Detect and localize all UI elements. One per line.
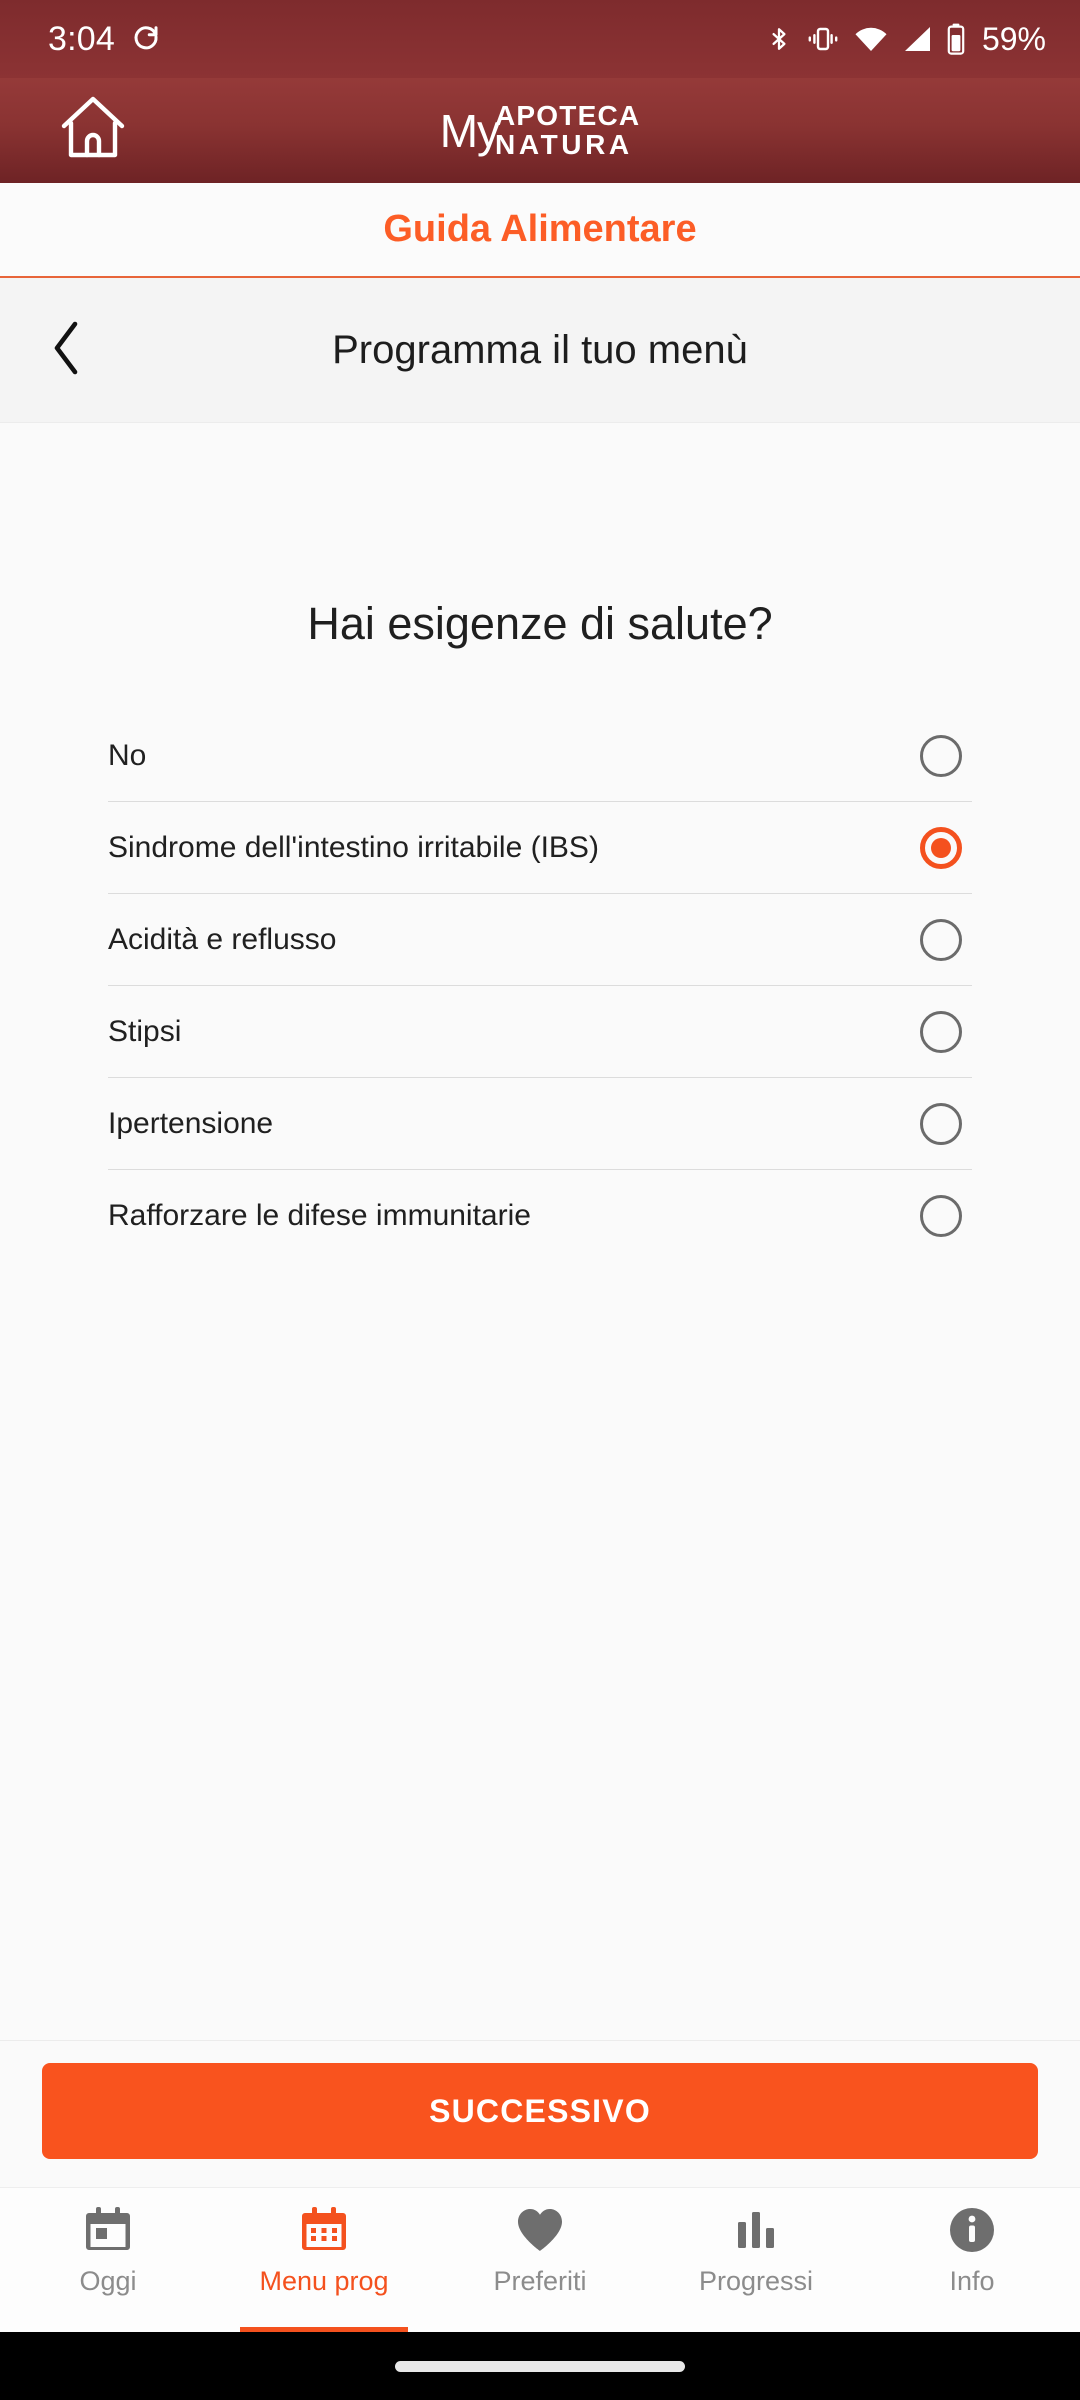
- nav-item-info[interactable]: Info: [864, 2188, 1080, 2332]
- nav-label: Progressi: [698, 2266, 814, 2296]
- battery-icon: [946, 23, 966, 55]
- logo-word-lines: APOTECA NATURA: [495, 99, 641, 160]
- radio-button[interactable]: [920, 1195, 962, 1237]
- question-heading: Hai esigenze di salute?: [307, 598, 773, 649]
- vibrate-icon: [806, 24, 840, 54]
- radio-button[interactable]: [920, 1010, 962, 1053]
- cta-area: SUCCESSIVO: [0, 2040, 1080, 2187]
- logo-line-apoteca: APOTECA: [495, 99, 641, 131]
- option-label: Acidità e reflusso: [108, 922, 337, 956]
- nav-item-preferiti[interactable]: Preferiti: [432, 2188, 648, 2332]
- app-root: 3:04 59% My APOTECA NATURA Guida Aliment…: [0, 0, 1080, 2400]
- chevron-left-icon: [45, 318, 89, 383]
- nav-item-oggi[interactable]: Oggi: [0, 2188, 216, 2332]
- option-label: Stipsi: [108, 1014, 182, 1048]
- option-row[interactable]: No: [108, 710, 972, 802]
- nav-label: Info: [949, 2266, 995, 2296]
- home-gesture-pill[interactable]: [395, 2360, 685, 2372]
- option-row[interactable]: Ipertensione: [108, 1078, 972, 1170]
- guide-title: Guida Alimentare: [383, 208, 697, 250]
- options-list: No Sindrome dell'intestino irritabile (I…: [0, 710, 1080, 1262]
- app-logo: My APOTECA NATURA: [439, 99, 641, 160]
- option-label: No: [108, 738, 147, 772]
- option-label: Sindrome dell'intestino irritabile (IBS): [108, 830, 599, 864]
- nav-item-progressi[interactable]: Progressi: [648, 2188, 864, 2332]
- next-button[interactable]: SUCCESSIVO: [42, 2063, 1038, 2159]
- radio-button[interactable]: [920, 1102, 962, 1145]
- brand-header: My APOTECA NATURA: [0, 78, 1080, 183]
- page-title: Programma il tuo menù: [332, 327, 748, 372]
- status-bar-right: 59%: [766, 21, 1046, 58]
- home-button[interactable]: [56, 94, 130, 168]
- status-bar: 3:04 59%: [0, 0, 1080, 78]
- main-content: Hai esigenze di salute? No Sindrome dell…: [0, 423, 1080, 2040]
- calendar-grid-icon: [299, 2202, 349, 2258]
- radio-button[interactable]: [920, 734, 962, 777]
- option-row[interactable]: Sindrome dell'intestino irritabile (IBS): [108, 802, 972, 894]
- info-circle-icon: [948, 2202, 996, 2258]
- calendar-today-icon: [83, 2202, 133, 2258]
- status-clock: 3:04: [48, 19, 115, 58]
- logo-my-text: My: [439, 104, 500, 157]
- logo-line-natura: NATURA: [495, 128, 633, 160]
- sync-icon: [131, 22, 161, 57]
- heart-icon: [516, 2202, 564, 2258]
- radio-button-selected[interactable]: [920, 826, 962, 869]
- page-subheader: Programma il tuo menù: [0, 278, 1080, 423]
- back-button[interactable]: [28, 311, 106, 389]
- active-tab-indicator: [240, 2327, 408, 2332]
- bluetooth-icon: [766, 23, 792, 55]
- home-icon: [59, 95, 127, 166]
- nav-item-menu-prog[interactable]: Menu prog: [216, 2188, 432, 2332]
- nav-label: Preferiti: [493, 2266, 587, 2296]
- battery-percent-label: 59%: [981, 20, 1046, 57]
- option-row[interactable]: Stipsi: [108, 986, 972, 1078]
- option-label: Ipertensione: [108, 1106, 274, 1140]
- wifi-icon: [854, 25, 888, 53]
- option-row[interactable]: Rafforzare le difese immunitarie: [108, 1170, 972, 1262]
- option-row[interactable]: Acidità e reflusso: [108, 894, 972, 986]
- cellular-signal-icon: [902, 25, 932, 53]
- gesture-navigation-bar: [0, 2332, 1080, 2400]
- guide-band: Guida Alimentare: [0, 183, 1080, 278]
- option-label: Rafforzare le difese immunitarie: [108, 1199, 531, 1232]
- nav-label: Oggi: [79, 2266, 137, 2296]
- nav-label: Menu prog: [259, 2266, 389, 2296]
- radio-button[interactable]: [920, 918, 962, 961]
- status-bar-left: 3:04: [48, 20, 161, 59]
- bottom-navigation: Oggi Menu prog Preferiti Progressi Info: [0, 2187, 1080, 2332]
- bar-chart-icon: [733, 2202, 779, 2258]
